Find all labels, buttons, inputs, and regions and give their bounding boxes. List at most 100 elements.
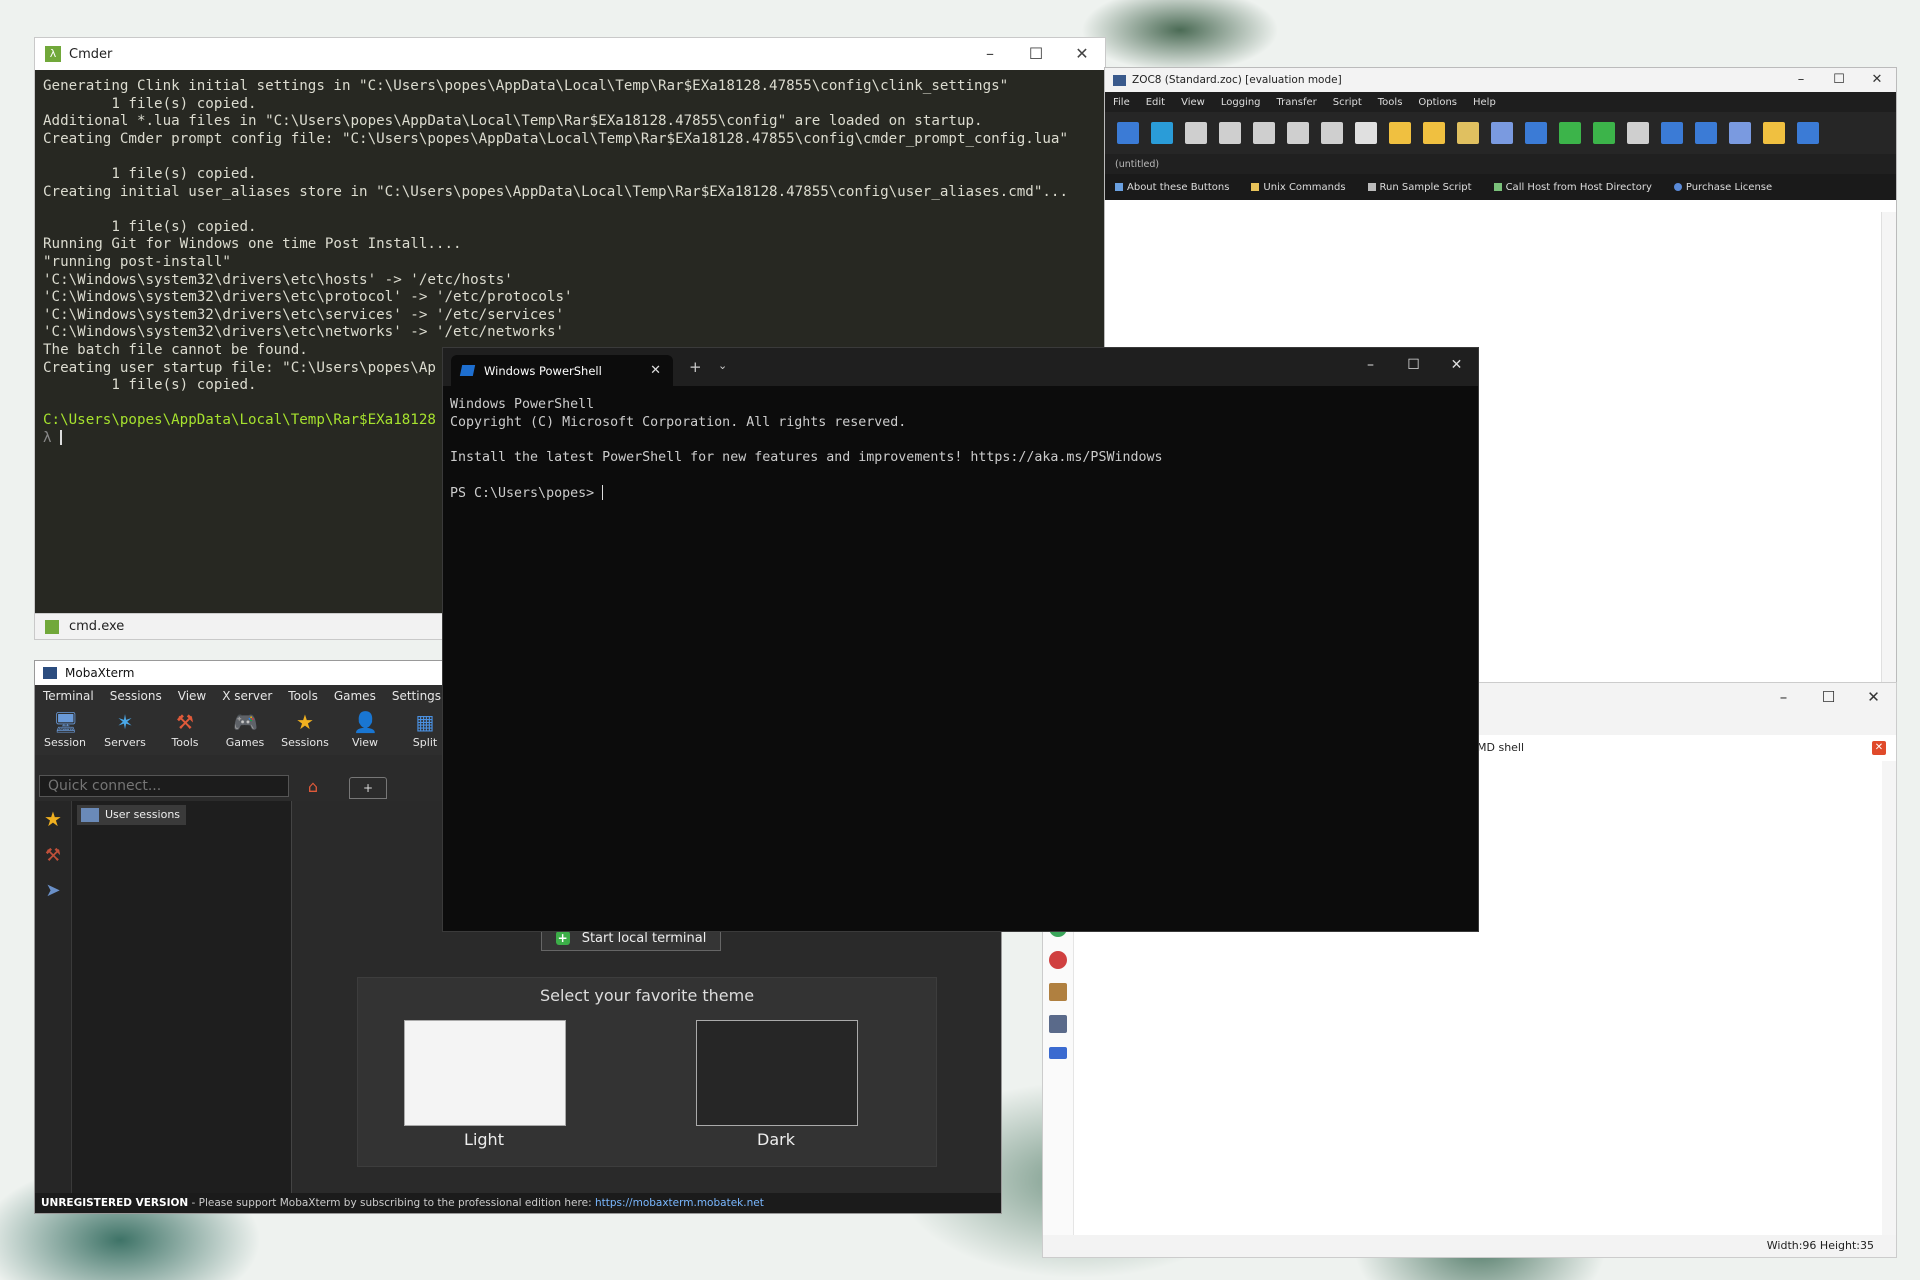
zoc-toolbar-icon[interactable] <box>1117 122 1139 144</box>
zoom-out-icon[interactable] <box>1049 951 1067 969</box>
menu-view[interactable]: View <box>178 689 206 703</box>
zoc-toolbar <box>1105 112 1896 154</box>
new-tab-button[interactable]: + <box>689 358 702 376</box>
cmder-output-line: 'C:\Windows\system32\drivers\etc\hosts' … <box>43 271 513 288</box>
menu-settings[interactable]: Settings <box>392 689 441 703</box>
purchase-license-button[interactable]: Purchase License <box>1673 182 1772 193</box>
zoc-toolbar-icon[interactable] <box>1525 122 1547 144</box>
maximize-button[interactable]: ☐ <box>1820 68 1858 92</box>
about-buttons-button[interactable]: About these Buttons <box>1115 182 1229 193</box>
zoc-toolbar-icon[interactable] <box>1423 122 1445 144</box>
maximize-button[interactable]: ☐ <box>1806 683 1851 711</box>
toolbar-tools-button[interactable]: ⚒ Tools <box>155 707 215 749</box>
tab-close-icon[interactable]: ✕ <box>1872 741 1886 755</box>
zoc-toolbar-icon[interactable] <box>1389 122 1411 144</box>
light-theme-thumbnail[interactable] <box>404 1020 566 1126</box>
unregistered-label: UNREGISTERED VERSION <box>41 1197 189 1209</box>
zoc-toolbar-icon[interactable] <box>1593 122 1615 144</box>
toolbar-sessions-button[interactable]: ★ Sessions <box>275 707 335 749</box>
close-button[interactable]: ✕ <box>1851 683 1896 711</box>
moba-statusbar: UNREGISTERED VERSION - Please support Mo… <box>35 1193 1001 1213</box>
menu-tools[interactable]: Tools <box>1378 97 1403 108</box>
menu-script[interactable]: Script <box>1333 97 1362 108</box>
call-host-button[interactable]: Call Host from Host Directory <box>1493 182 1652 193</box>
menu-edit[interactable]: Edit <box>1146 97 1165 108</box>
dark-theme-thumbnail[interactable] <box>696 1020 858 1126</box>
zoc-toolbar-icon[interactable] <box>1355 122 1377 144</box>
abc-icon[interactable] <box>1049 1047 1067 1059</box>
theme-heading: Select your favorite theme <box>539 986 755 1005</box>
menu-view[interactable]: View <box>1181 97 1205 108</box>
favorites-star-icon[interactable]: ★ <box>35 807 71 831</box>
close-button[interactable]: ✕ <box>1435 348 1478 382</box>
shell-tab-label[interactable]: MD shell <box>1477 741 1524 754</box>
zoc-toolbar-icon[interactable] <box>1219 122 1241 144</box>
zoc-vertical-scrollbar[interactable] <box>1881 212 1896 683</box>
zoc-toolbar-icon[interactable] <box>1627 122 1649 144</box>
about-buttons-label: About these Buttons <box>1127 181 1230 193</box>
zoc-toolbar-icon[interactable] <box>1661 122 1683 144</box>
menu-help[interactable]: Help <box>1473 97 1496 108</box>
menu-logging[interactable]: Logging <box>1221 97 1261 108</box>
minimize-button[interactable]: – <box>1761 683 1806 711</box>
minimize-button[interactable]: – <box>1349 348 1392 382</box>
send-rail-icon[interactable]: ➤ <box>35 880 71 901</box>
toolbar-games-button[interactable]: 🎮 Games <box>215 707 275 749</box>
menu-sessions[interactable]: Sessions <box>110 689 162 703</box>
cmder-tab-cmd[interactable]: cmd.exe <box>69 619 124 634</box>
zoc-toolbar-icon[interactable] <box>1321 122 1343 144</box>
light-theme-label[interactable]: Light <box>404 1130 564 1149</box>
zoc-toolbar-icon[interactable] <box>1797 122 1819 144</box>
close-button[interactable]: ✕ <box>1059 38 1105 70</box>
toolbar-view-button[interactable]: 👤 View <box>335 707 395 749</box>
zoc-toolbar-icon[interactable] <box>1287 122 1309 144</box>
tab-dropdown-button[interactable]: ⌄ <box>718 359 727 372</box>
ps-output-line: Windows PowerShell <box>450 397 595 412</box>
new-tab-button[interactable]: + <box>349 777 387 799</box>
ps-tab[interactable]: Windows PowerShell ✕ <box>451 355 673 386</box>
tools-rail-icon[interactable]: ⚒ <box>35 845 71 866</box>
close-button[interactable]: ✕ <box>1858 68 1896 92</box>
zoc-toolbar-icon[interactable] <box>1457 122 1479 144</box>
settings-tools-icon[interactable] <box>1049 983 1067 1001</box>
menu-options[interactable]: Options <box>1418 97 1457 108</box>
ps-tabbar[interactable]: Windows PowerShell ✕ + ⌄ – ☐ ✕ <box>443 348 1478 386</box>
split-label: Split <box>412 736 438 749</box>
unix-commands-button[interactable]: Unix Commands <box>1251 181 1346 193</box>
menu-file[interactable]: File <box>1113 97 1130 108</box>
ps-console[interactable]: Windows PowerShell Copyright (C) Microsof… <box>443 386 1478 513</box>
minimize-button[interactable]: – <box>967 38 1013 70</box>
menu-tools[interactable]: Tools <box>288 689 318 703</box>
menu-transfer[interactable]: Transfer <box>1277 97 1317 108</box>
zoc-toolbar-icon[interactable] <box>1559 122 1581 144</box>
minimize-button[interactable]: – <box>1782 68 1820 92</box>
tab-close-button[interactable]: ✕ <box>650 363 661 378</box>
run-sample-script-button[interactable]: Run Sample Script <box>1367 182 1472 193</box>
menu-xserver[interactable]: X server <box>222 689 272 703</box>
home-tab-icon[interactable]: ⌂ <box>297 777 329 799</box>
user-sessions-item[interactable]: User sessions <box>77 805 187 825</box>
find-binoculars-icon[interactable] <box>1049 1015 1067 1033</box>
zoc-toolbar-icon[interactable] <box>1253 122 1275 144</box>
shell-vertical-scrollbar[interactable] <box>1882 761 1896 1235</box>
quick-connect-input[interactable] <box>39 775 289 797</box>
menu-games[interactable]: Games <box>334 689 376 703</box>
zoc-toolbar-icon[interactable] <box>1185 122 1207 144</box>
zoc-toolbar-icon[interactable] <box>1729 122 1751 144</box>
zoc-toolbar-icon[interactable] <box>1763 122 1785 144</box>
toolbar-servers-button[interactable]: ✶ Servers <box>95 707 155 749</box>
zoc-titlebar[interactable]: ZOC8 (Standard.zoc) [evaluation mode] – … <box>1105 68 1896 92</box>
menu-terminal[interactable]: Terminal <box>43 689 94 703</box>
dark-theme-label[interactable]: Dark <box>696 1130 856 1149</box>
zoc-tab-untitled[interactable]: (untitled) <box>1115 159 1159 170</box>
maximize-button[interactable]: ☐ <box>1392 348 1435 382</box>
zoc-toolbar-icon[interactable] <box>1151 122 1173 144</box>
zoc-toolbar-icon[interactable] <box>1491 122 1513 144</box>
toolbar-session-button[interactable]: 🖥 Session <box>35 707 95 749</box>
cmder-titlebar[interactable]: λ Cmder – ☐ ✕ <box>35 38 1105 70</box>
unix-commands-label: Unix Commands <box>1263 181 1346 193</box>
zoc-toolbar-icon[interactable] <box>1695 122 1717 144</box>
mobatek-link[interactable]: https://mobaxterm.mobatek.net <box>595 1197 764 1209</box>
servers-icon: ✶ <box>116 710 134 734</box>
maximize-button[interactable]: ☐ <box>1013 38 1059 70</box>
